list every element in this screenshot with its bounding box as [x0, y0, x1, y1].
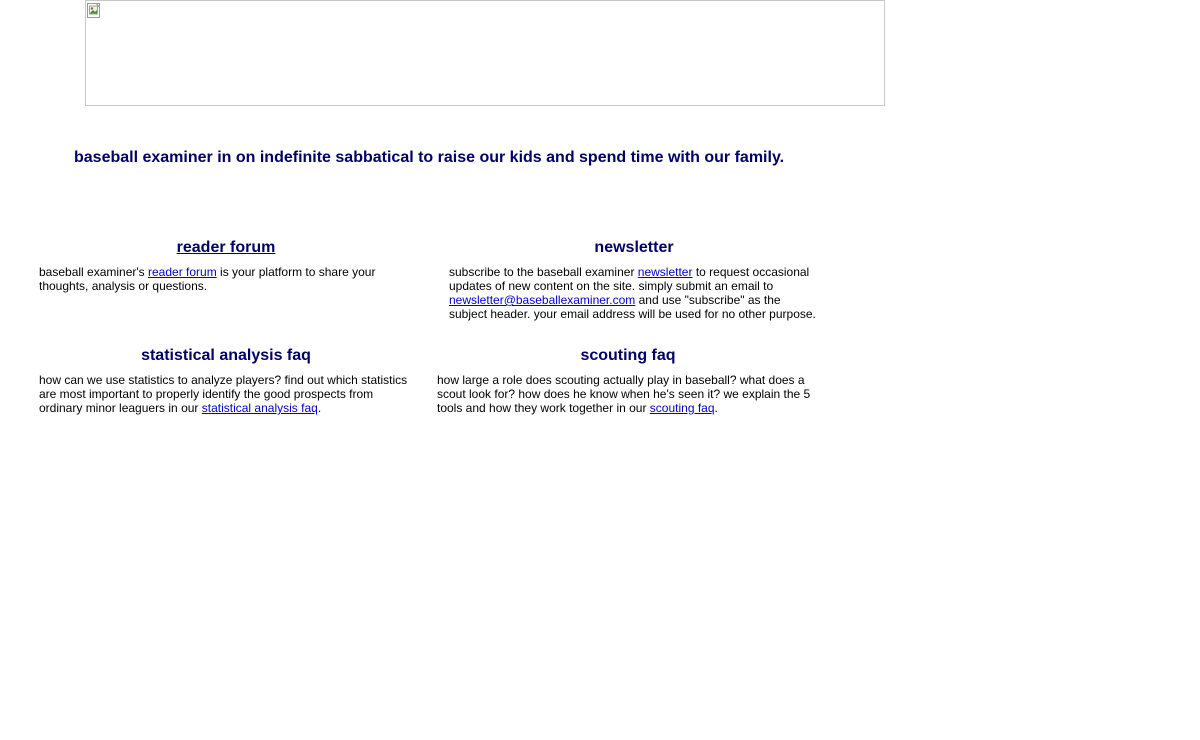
newsletter-description: subscribe to the baseball examiner newsl…	[449, 265, 821, 321]
scouting-text-before: how large a role does scouting actually …	[437, 373, 811, 415]
broken-image-icon	[87, 3, 100, 18]
scouting-text-after: .	[714, 401, 718, 415]
reader-forum-link[interactable]: reader forum	[148, 265, 217, 279]
scouting-heading: scouting faq	[580, 347, 676, 364]
newsletter-text-before: subscribe to the baseball examiner	[449, 265, 638, 279]
reader-forum-heading-link[interactable]: reader forum	[177, 239, 276, 256]
newsletter-link[interactable]: newsletter	[638, 265, 693, 279]
reader-forum-heading: reader forum	[39, 239, 413, 257]
page-headline: baseball examiner in on indefinite sabba…	[74, 149, 785, 166]
header-banner-image	[85, 0, 885, 106]
scouting-description: how large a role does scouting actually …	[437, 373, 819, 415]
scouting-faq-link[interactable]: scouting faq	[650, 401, 715, 415]
newsletter-email-link[interactable]: newsletter@baseballexaminer.com	[449, 293, 635, 307]
statistical-analysis-text-after: .	[317, 401, 322, 415]
newsletter-heading: newsletter	[594, 239, 674, 256]
reader-forum-text-before: baseball examiner's	[39, 265, 149, 279]
statistical-analysis-heading: statistical analysis faq	[141, 347, 311, 364]
statistical-analysis-description: how can we use statistics to analyze pla…	[39, 373, 413, 415]
statistical-analysis-faq-link[interactable]: statistical analysis faq	[202, 401, 318, 415]
reader-forum-description: baseball examiner's reader forum is your…	[39, 265, 413, 293]
